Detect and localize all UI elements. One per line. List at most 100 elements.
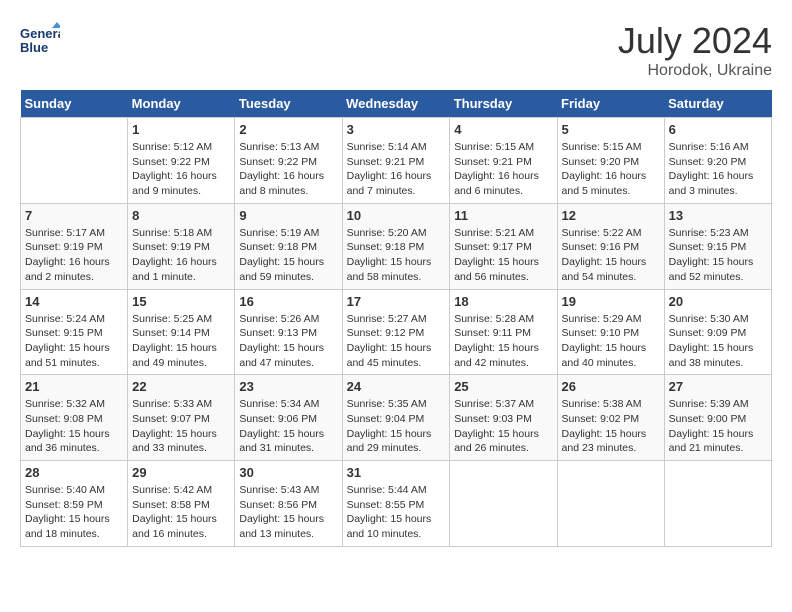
day-number: 8 xyxy=(132,208,230,223)
svg-text:General: General xyxy=(20,26,60,41)
day-header-tuesday: Tuesday xyxy=(235,90,342,118)
month-title: July 2024 xyxy=(618,20,772,62)
day-info: Sunrise: 5:18 AMSunset: 9:19 PMDaylight:… xyxy=(132,226,230,285)
day-header-sunday: Sunday xyxy=(21,90,128,118)
calendar-cell: 7 Sunrise: 5:17 AMSunset: 9:19 PMDaylight… xyxy=(21,203,128,289)
day-info: Sunrise: 5:16 AMSunset: 9:20 PMDaylight:… xyxy=(669,140,767,199)
day-number: 26 xyxy=(562,379,660,394)
calendar-cell: 18 Sunrise: 5:28 AMSunset: 9:11 PMDayligh… xyxy=(450,289,557,375)
day-info: Sunrise: 5:42 AMSunset: 8:58 PMDaylight:… xyxy=(132,483,230,542)
day-number: 31 xyxy=(347,465,446,480)
page-header: General Blue July 2024 Horodok, Ukraine xyxy=(20,20,772,80)
day-number: 10 xyxy=(347,208,446,223)
day-info: Sunrise: 5:37 AMSunset: 9:03 PMDaylight:… xyxy=(454,397,552,456)
day-info: Sunrise: 5:20 AMSunset: 9:18 PMDaylight:… xyxy=(347,226,446,285)
calendar-week-2: 7 Sunrise: 5:17 AMSunset: 9:19 PMDaylight… xyxy=(21,203,772,289)
day-header-monday: Monday xyxy=(128,90,235,118)
calendar-cell: 27Sunrise: 5:39 AMSunset: 9:00 PMDayligh… xyxy=(664,375,771,461)
calendar-cell: 2 Sunrise: 5:13 AMSunset: 9:22 PMDaylight… xyxy=(235,118,342,204)
calendar-cell: 28 Sunrise: 5:40 AMSunset: 8:59 PMDayligh… xyxy=(21,461,128,547)
day-number: 14 xyxy=(25,294,123,309)
day-number: 30 xyxy=(239,465,337,480)
day-info: Sunrise: 5:38 AMSunset: 9:02 PMDaylight:… xyxy=(562,397,660,456)
day-number: 25 xyxy=(454,379,552,394)
calendar-cell: 5Sunrise: 5:15 AMSunset: 9:20 PMDaylight… xyxy=(557,118,664,204)
day-number: 15 xyxy=(132,294,230,309)
day-info: Sunrise: 5:22 AMSunset: 9:16 PMDaylight:… xyxy=(562,226,660,285)
calendar-cell xyxy=(450,461,557,547)
day-info: Sunrise: 5:34 AMSunset: 9:06 PMDaylight:… xyxy=(239,397,337,456)
day-number: 9 xyxy=(239,208,337,223)
day-number: 5 xyxy=(562,122,660,137)
day-number: 7 xyxy=(25,208,123,223)
day-info: Sunrise: 5:15 AMSunset: 9:21 PMDaylight:… xyxy=(454,140,552,199)
day-number: 1 xyxy=(132,122,230,137)
calendar-cell xyxy=(21,118,128,204)
calendar-cell: 19Sunrise: 5:29 AMSunset: 9:10 PMDayligh… xyxy=(557,289,664,375)
day-number: 20 xyxy=(669,294,767,309)
calendar-week-3: 14 Sunrise: 5:24 AMSunset: 9:15 PMDayligh… xyxy=(21,289,772,375)
day-info: Sunrise: 5:21 AMSunset: 9:17 PMDaylight:… xyxy=(454,226,552,285)
calendar-cell: 17 Sunrise: 5:27 AMSunset: 9:12 PMDayligh… xyxy=(342,289,450,375)
day-info: Sunrise: 5:13 AMSunset: 9:22 PMDaylight:… xyxy=(239,140,337,199)
calendar-cell: 30Sunrise: 5:43 AMSunset: 8:56 PMDayligh… xyxy=(235,461,342,547)
calendar-week-4: 21 Sunrise: 5:32 AMSunset: 9:08 PMDayligh… xyxy=(21,375,772,461)
calendar-cell: 31 Sunrise: 5:44 AMSunset: 8:55 PMDayligh… xyxy=(342,461,450,547)
calendar-cell: 26 Sunrise: 5:38 AMSunset: 9:02 PMDayligh… xyxy=(557,375,664,461)
day-info: Sunrise: 5:25 AMSunset: 9:14 PMDaylight:… xyxy=(132,312,230,371)
day-number: 3 xyxy=(347,122,446,137)
day-number: 12 xyxy=(562,208,660,223)
day-number: 6 xyxy=(669,122,767,137)
calendar-header-row: SundayMondayTuesdayWednesdayThursdayFrid… xyxy=(21,90,772,118)
calendar-cell: 25 Sunrise: 5:37 AMSunset: 9:03 PMDayligh… xyxy=(450,375,557,461)
calendar-cell: 9 Sunrise: 5:19 AMSunset: 9:18 PMDaylight… xyxy=(235,203,342,289)
day-header-friday: Friday xyxy=(557,90,664,118)
day-info: Sunrise: 5:29 AMSunset: 9:10 PMDaylight:… xyxy=(562,312,660,371)
day-number: 27 xyxy=(669,379,767,394)
day-number: 13 xyxy=(669,208,767,223)
calendar-cell: 29 Sunrise: 5:42 AMSunset: 8:58 PMDayligh… xyxy=(128,461,235,547)
day-header-thursday: Thursday xyxy=(450,90,557,118)
day-info: Sunrise: 5:27 AMSunset: 9:12 PMDaylight:… xyxy=(347,312,446,371)
calendar-cell xyxy=(557,461,664,547)
logo-icon: General Blue xyxy=(20,20,60,60)
day-number: 22 xyxy=(132,379,230,394)
calendar-cell: 22Sunrise: 5:33 AMSunset: 9:07 PMDayligh… xyxy=(128,375,235,461)
calendar-cell: 10 Sunrise: 5:20 AMSunset: 9:18 PMDayligh… xyxy=(342,203,450,289)
calendar-cell: 16Sunrise: 5:26 AMSunset: 9:13 PMDayligh… xyxy=(235,289,342,375)
day-info: Sunrise: 5:32 AMSunset: 9:08 PMDaylight:… xyxy=(25,397,123,456)
day-number: 2 xyxy=(239,122,337,137)
calendar-cell: 21 Sunrise: 5:32 AMSunset: 9:08 PMDayligh… xyxy=(21,375,128,461)
day-header-wednesday: Wednesday xyxy=(342,90,450,118)
calendar-cell: 1 Sunrise: 5:12 AMSunset: 9:22 PMDaylight… xyxy=(128,118,235,204)
logo: General Blue xyxy=(20,20,64,60)
day-info: Sunrise: 5:30 AMSunset: 9:09 PMDaylight:… xyxy=(669,312,767,371)
day-info: Sunrise: 5:28 AMSunset: 9:11 PMDaylight:… xyxy=(454,312,552,371)
day-info: Sunrise: 5:40 AMSunset: 8:59 PMDaylight:… xyxy=(25,483,123,542)
day-info: Sunrise: 5:14 AMSunset: 9:21 PMDaylight:… xyxy=(347,140,446,199)
day-info: Sunrise: 5:19 AMSunset: 9:18 PMDaylight:… xyxy=(239,226,337,285)
day-number: 17 xyxy=(347,294,446,309)
day-number: 21 xyxy=(25,379,123,394)
calendar-week-5: 28 Sunrise: 5:40 AMSunset: 8:59 PMDayligh… xyxy=(21,461,772,547)
day-header-saturday: Saturday xyxy=(664,90,771,118)
day-info: Sunrise: 5:17 AMSunset: 9:19 PMDaylight:… xyxy=(25,226,123,285)
day-number: 28 xyxy=(25,465,123,480)
calendar-cell: 14 Sunrise: 5:24 AMSunset: 9:15 PMDayligh… xyxy=(21,289,128,375)
calendar-cell: 6 Sunrise: 5:16 AMSunset: 9:20 PMDaylight… xyxy=(664,118,771,204)
calendar-cell: 4 Sunrise: 5:15 AMSunset: 9:21 PMDaylight… xyxy=(450,118,557,204)
day-number: 18 xyxy=(454,294,552,309)
day-number: 11 xyxy=(454,208,552,223)
day-info: Sunrise: 5:12 AMSunset: 9:22 PMDaylight:… xyxy=(132,140,230,199)
calendar-cell: 24Sunrise: 5:35 AMSunset: 9:04 PMDayligh… xyxy=(342,375,450,461)
calendar-cell: 13Sunrise: 5:23 AMSunset: 9:15 PMDayligh… xyxy=(664,203,771,289)
calendar-cell: 8 Sunrise: 5:18 AMSunset: 9:19 PMDaylight… xyxy=(128,203,235,289)
day-number: 29 xyxy=(132,465,230,480)
calendar-cell: 20 Sunrise: 5:30 AMSunset: 9:09 PMDayligh… xyxy=(664,289,771,375)
day-info: Sunrise: 5:44 AMSunset: 8:55 PMDaylight:… xyxy=(347,483,446,542)
calendar-cell: 11 Sunrise: 5:21 AMSunset: 9:17 PMDayligh… xyxy=(450,203,557,289)
day-info: Sunrise: 5:35 AMSunset: 9:04 PMDaylight:… xyxy=(347,397,446,456)
day-number: 4 xyxy=(454,122,552,137)
day-number: 23 xyxy=(239,379,337,394)
day-info: Sunrise: 5:24 AMSunset: 9:15 PMDaylight:… xyxy=(25,312,123,371)
